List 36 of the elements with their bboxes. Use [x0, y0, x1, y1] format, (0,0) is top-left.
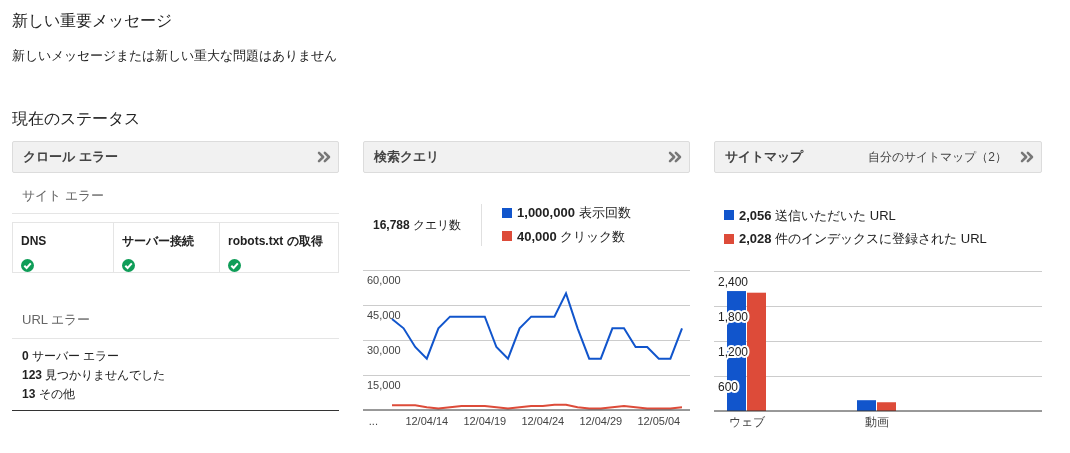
subsection-title: URL エラー — [12, 273, 339, 339]
panel-title: クロール エラー — [23, 147, 118, 166]
status-label: サーバー接続 — [122, 233, 195, 250]
panel-title: サイトマップ — [725, 147, 803, 166]
legend-label: 2,056 送信いただいた URL — [739, 206, 896, 225]
x-tick-label: 12/04/29 — [579, 414, 623, 427]
message-text: 新しいメッセージまたは新しい重大な問題はありません — [12, 47, 338, 65]
sitemaps-link[interactable]: 自分のサイトマップ（2） — [868, 147, 1007, 166]
x-tick-label: 12/04/19 — [463, 414, 507, 427]
status-label: robots.txt の取得 — [228, 233, 324, 250]
x-tick-label: ウェブ — [729, 414, 765, 429]
url-error-count: 13 その他 — [22, 385, 76, 403]
x-tick-label: 12/04/24 — [521, 414, 565, 427]
legend-label: 40,000 クリック数 — [517, 227, 626, 246]
y-tick-label: 30,000 — [367, 343, 401, 356]
legend-label: 1,000,000 表示回数 — [517, 204, 631, 222]
subsection-title: サイト エラー — [12, 172, 339, 214]
x-tick-label: 12/04/14 — [405, 414, 449, 427]
panel-header[interactable]: サイトマップ 自分のサイトマップ（2） — [714, 140, 1042, 173]
y-tick-label: 2,400 — [718, 274, 749, 289]
panel-header[interactable]: クロール エラー — [12, 140, 339, 173]
y-tick-label: 60,000 — [367, 273, 401, 286]
x-tick-label: ... — [368, 414, 378, 427]
url-error-count: 123 見つかりませんでした — [22, 366, 167, 384]
query-total: 16,788 クエリ数 — [363, 203, 483, 246]
url-error-count: 0 サーバー エラー — [22, 347, 121, 365]
legend-label: 2,028 件のインデックスに登録された URL — [739, 230, 987, 248]
status-label: DNS — [21, 233, 48, 250]
x-tick-label: 12/05/04 — [637, 414, 681, 427]
x-tick-label: 動画 — [865, 414, 889, 429]
y-tick-label: 45,000 — [367, 308, 401, 321]
panel-header[interactable]: 検索クエリ — [363, 140, 690, 173]
panel-title: 検索クエリ — [374, 147, 439, 166]
section-title: 新しい重要メッセージ — [12, 11, 173, 31]
section-title: 現在のステータス — [12, 108, 141, 129]
y-tick-label: 15,000 — [367, 378, 401, 391]
